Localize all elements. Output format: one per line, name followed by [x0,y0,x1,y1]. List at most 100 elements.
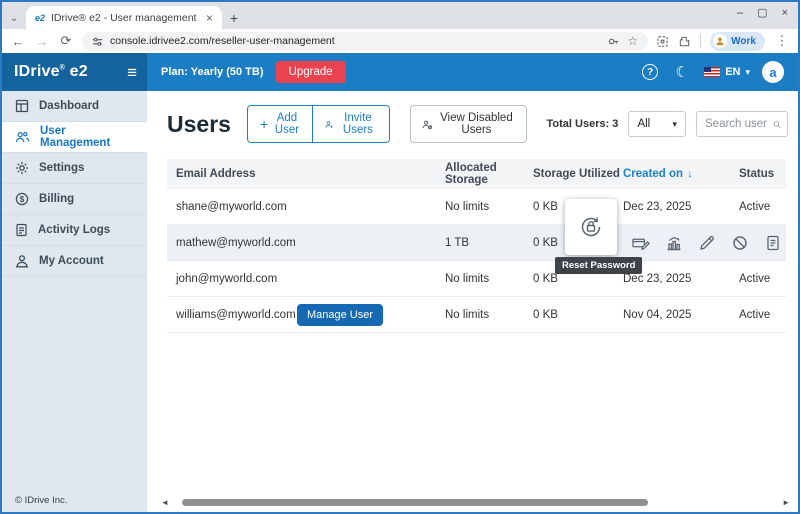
add-user-button[interactable]: + Add User [248,106,312,142]
minimize-icon[interactable]: – [737,4,743,22]
table-row[interactable]: williams@myworld.com Manage User No limi… [167,297,786,333]
modify-storage-icon[interactable] [632,234,650,252]
edit-user-icon[interactable] [698,234,716,252]
reset-password-icon [578,214,604,240]
account-icon [15,254,29,268]
us-flag-icon [704,67,720,77]
sidebar-item-settings[interactable]: Settings [2,153,147,184]
help-icon[interactable]: ? [640,62,660,82]
view-disabled-users-button[interactable]: View Disabled Users [410,105,527,143]
scrollbar-thumb[interactable] [182,499,648,506]
reset-password-tooltip: Reset Password [555,257,642,274]
sidebar-item-dashboard[interactable]: Dashboard [2,91,147,122]
extension-icon[interactable] [656,35,669,48]
logs-icon [15,223,28,237]
column-status: Status [739,168,786,180]
scrollbar-track[interactable] [173,499,778,506]
browser-tab[interactable]: e2 IDrive® e2 - User management × [26,6,222,29]
dark-mode-moon-icon[interactable]: ☾ [672,62,692,82]
row-actions: Reset Password [565,225,782,260]
tab-search-icon[interactable]: ⌄ [2,7,26,29]
logo-panel: IDrive® e2 ≡ [2,53,147,91]
browser-menu-icon[interactable]: ⋮ [774,33,790,49]
status-badge: Active [739,309,786,321]
disable-user-icon[interactable] [731,234,749,252]
status-filter-dropdown[interactable]: All ▾ [628,111,686,137]
browser-window: ⌄ e2 IDrive® e2 - User management × + – … [0,0,800,514]
address-bar: ← → ⟳ console.idrivee2.com/reseller-user… [2,29,798,53]
extensions-puzzle-icon[interactable] [678,35,691,48]
main-content: Users + Add User Invite Users View Disab… [147,91,798,512]
usage-stats-icon[interactable] [665,234,683,252]
profile-chip[interactable]: Work [710,32,765,51]
tab-close-icon[interactable]: × [203,11,216,25]
scroll-left-icon[interactable]: ◄ [161,499,169,507]
billing-icon: $ [15,192,29,206]
user-email: shane@myworld.com [167,201,445,213]
chevron-down-icon: ▾ [745,67,750,78]
user-actions-group: + Add User Invite Users [247,105,390,143]
copyright-footer: © IDrive Inc. [15,495,67,506]
total-users-count: Total Users: 3 [547,118,619,130]
new-tab-button[interactable]: + [222,7,246,29]
user-logs-icon[interactable] [764,234,782,252]
sidebar-item-billing[interactable]: $ Billing [2,184,147,215]
plan-label: Plan: Yearly (50 TB) [161,66,264,78]
profile-label: Work [731,36,756,47]
app-header-bar: Plan: Yearly (50 TB) Upgrade ? ☾ EN ▾ a [147,53,798,91]
profile-avatar-icon [713,34,727,48]
url-input[interactable]: console.idrivee2.com/reseller-user-manag… [82,32,648,51]
site-settings-icon[interactable] [92,36,103,47]
users-icon [15,130,30,144]
password-key-icon[interactable] [607,35,620,48]
user-email: mathew@myworld.com [167,237,445,249]
close-window-icon[interactable]: × [782,4,788,22]
scroll-right-icon[interactable]: ► [782,499,790,507]
user-avatar[interactable]: a [762,61,784,83]
status-badge: Active [739,201,786,213]
table-row[interactable]: john@myworld.com No limits 0 KB Dec 23, … [167,261,786,297]
app-header: IDrive® e2 ≡ Plan: Yearly (50 TB) Upgrad… [2,53,798,91]
language-selector[interactable]: EN ▾ [704,66,750,78]
url-text: console.idrivee2.com/reseller-user-manag… [110,35,600,47]
divider [700,34,701,48]
upgrade-button[interactable]: Upgrade [276,61,346,83]
back-icon[interactable]: ← [10,34,26,49]
table-row[interactable]: shane@myworld.com No limits 0 KB Dec 23,… [167,189,786,225]
bookmark-star-icon[interactable]: ☆ [627,34,638,48]
table-header-row: Email Address Allocated Storage Storage … [167,159,786,189]
page-title: Users [167,111,231,138]
users-table: Email Address Allocated Storage Storage … [167,159,786,333]
tab-strip: ⌄ e2 IDrive® e2 - User management × + – … [2,2,798,29]
sidebar-item-user-management[interactable]: User Management [2,122,147,153]
address-bar-right: Work ⋮ [656,32,790,51]
hamburger-menu-icon[interactable]: ≡ [127,64,137,81]
user-email-cell: williams@myworld.com Manage User [167,304,445,326]
table-row-hovered[interactable]: mathew@myworld.com 1 TB 0 KB [167,225,786,261]
chevron-down-icon: ▾ [672,119,677,130]
column-email: Email Address [167,168,445,180]
forward-icon[interactable]: → [34,34,50,49]
reset-password-button[interactable] [565,199,617,255]
reload-icon[interactable]: ⟳ [58,33,74,49]
column-created-on[interactable]: Created on↓ [623,168,739,180]
sidebar: Dashboard User Management Settings $ Bil… [2,91,147,512]
horizontal-scrollbar[interactable]: ◄ ► [161,498,790,507]
sidebar-item-activity-logs[interactable]: Activity Logs [2,215,147,246]
idrive-e2-logo: IDrive® e2 [14,63,88,81]
user-email: williams@myworld.com [176,309,296,321]
search-icon[interactable] [773,118,781,131]
plus-icon: + [260,117,268,131]
column-utilized: Storage Utilized [533,168,623,180]
maximize-icon[interactable]: ▢ [757,4,767,22]
page-header: Users + Add User Invite Users View Disab… [167,105,788,143]
favicon-e2: e2 [35,13,45,23]
svg-text:$: $ [20,195,25,204]
window-controls: – ▢ × [737,4,794,22]
sort-desc-icon: ↓ [687,168,693,180]
language-label: EN [725,66,740,78]
search-input[interactable] [705,118,769,130]
manage-user-button[interactable]: Manage User [297,304,383,326]
invite-users-button[interactable]: Invite Users [312,106,389,142]
sidebar-item-my-account[interactable]: My Account [2,246,147,277]
